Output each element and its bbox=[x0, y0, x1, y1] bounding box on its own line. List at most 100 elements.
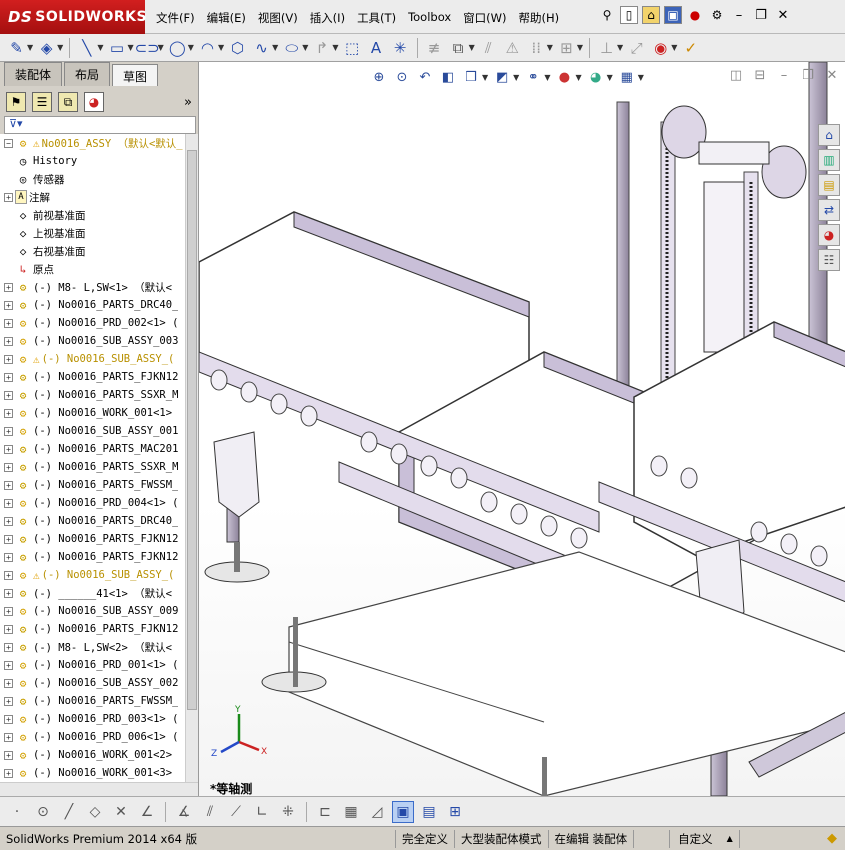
plane-icon[interactable]: ⬚ bbox=[342, 37, 363, 58]
home-icon[interactable]: ⌂ bbox=[818, 124, 840, 146]
property-manager-icon[interactable]: ☰ bbox=[32, 92, 52, 112]
move-entities-icon[interactable]: ⊞ bbox=[556, 37, 577, 58]
sketch-icon[interactable]: ✎ bbox=[6, 37, 27, 58]
display-style-icon[interactable]: ◩ bbox=[493, 68, 511, 86]
tree-horizontal-scrollbar[interactable] bbox=[0, 782, 198, 796]
view-settings-icon[interactable]: ▦ bbox=[618, 68, 636, 86]
expand-icon[interactable]: + bbox=[4, 462, 13, 472]
tree-item[interactable]: + ⚙ (-) No0016_PARTS_SSXR_M bbox=[0, 386, 185, 404]
tree-item[interactable]: + ⚙ (-) ______41<1> （默认< bbox=[0, 584, 185, 602]
expand-icon[interactable]: + bbox=[4, 498, 13, 508]
appearances-icon[interactable]: ◕ bbox=[818, 224, 840, 246]
tree-item[interactable]: + ⚙ ⚠ (-) No0016_SUB_ASSY_( bbox=[0, 350, 185, 368]
centerpoint-icon[interactable]: ⊙ bbox=[32, 801, 54, 823]
tree-item[interactable]: + ⚙ (-) No0016_PARTS_SSXR_M bbox=[0, 458, 185, 476]
expand-icon[interactable]: + bbox=[4, 696, 13, 706]
spline-icon[interactable]: ∿ bbox=[251, 37, 272, 58]
previous-view-icon[interactable]: ↶ bbox=[416, 68, 434, 86]
trim-icon[interactable]: ≢ bbox=[424, 37, 445, 58]
tree-item[interactable]: + A 注解 bbox=[0, 188, 185, 206]
expand-icon[interactable]: + bbox=[4, 300, 13, 310]
tree-item[interactable]: + ⚙ (-) No0016_PRD_001<1> ( bbox=[0, 656, 185, 674]
tab-assembly[interactable]: 装配体 bbox=[4, 62, 63, 86]
tree-item[interactable]: + ⚙ (-) No0016_SUB_ASSY_003 bbox=[0, 332, 185, 350]
tree-item[interactable]: + ⚙ (-) No0016_WORK_001<1> bbox=[0, 404, 185, 422]
quick-snaps-icon[interactable]: ◉ bbox=[650, 37, 671, 58]
file-explorer-icon[interactable]: ▤ bbox=[818, 174, 840, 196]
slot-icon[interactable]: ⊂⊃ bbox=[135, 37, 160, 58]
tree-item[interactable]: + ⚙ (-) No0016_WORK_001<3> bbox=[0, 764, 185, 782]
tree-item[interactable]: + ⚙ (-) No0016_PARTS_DRC40_ bbox=[0, 296, 185, 314]
split-horizontal-icon[interactable]: ⊟ bbox=[751, 68, 769, 83]
expand-icon[interactable]: + bbox=[4, 426, 13, 436]
snap-icon[interactable]: ⊏ bbox=[314, 801, 336, 823]
tree-item[interactable]: ◇ 前视基准面 bbox=[0, 206, 185, 224]
smart-dimension-icon[interactable]: ◈ bbox=[36, 37, 57, 58]
dropdown-arrow-icon[interactable]: ▼ bbox=[218, 43, 224, 52]
menu-file[interactable]: 文件(F) bbox=[150, 8, 201, 28]
open-folder-icon[interactable]: ⌂ bbox=[642, 6, 660, 24]
tab-layout[interactable]: 布局 bbox=[64, 62, 111, 86]
design-library-icon[interactable]: ▥ bbox=[818, 149, 840, 171]
custom-properties-icon[interactable]: ☷ bbox=[818, 249, 840, 271]
split-vertical-icon[interactable]: ◫ bbox=[727, 68, 745, 83]
angle-snap-icon[interactable]: ◿ bbox=[366, 801, 388, 823]
dropdown-arrow-icon[interactable]: ▼ bbox=[575, 73, 581, 82]
angle-icon[interactable]: ∟ bbox=[251, 801, 273, 823]
notification-icon[interactable]: ◆ bbox=[827, 831, 837, 846]
display-3d-icon[interactable]: ▣ bbox=[392, 800, 414, 823]
expand-icon[interactable]: + bbox=[4, 732, 13, 742]
tree-item[interactable]: + ⚙ (-) No0016_PRD_002<1> ( bbox=[0, 314, 185, 332]
options-icon[interactable]: ⚙ bbox=[708, 6, 726, 24]
display-panel-icon[interactable]: ▤ bbox=[418, 801, 440, 823]
tree-item[interactable]: + ⚙ (-) No0016_SUB_ASSY_001 bbox=[0, 422, 185, 440]
tree-item[interactable]: + ⚙ (-) M8- L,SW<1> （默认< bbox=[0, 278, 185, 296]
tree-item[interactable]: + ⚙ (-) No0016_PRD_006<1> ( bbox=[0, 728, 185, 746]
expand-icon[interactable]: + bbox=[4, 192, 13, 202]
tree-item[interactable]: + ⚙ (-) No0016_PARTS_FJKN12 bbox=[0, 368, 185, 386]
grid-icon[interactable]: ⁜ bbox=[277, 801, 299, 823]
expand-icon[interactable]: + bbox=[4, 408, 13, 418]
tree-item[interactable]: + ⚙ (-) No0016_PRD_004<1> ( bbox=[0, 494, 185, 512]
tree-item[interactable]: + ⚙ (-) No0016_PARTS_DRC40_ bbox=[0, 512, 185, 530]
rebuild-icon[interactable]: ● bbox=[686, 6, 704, 24]
tree-item[interactable]: + ⚙ (-) No0016_PRD_003<1> ( bbox=[0, 710, 185, 728]
restore-icon[interactable]: ❐ bbox=[752, 8, 770, 23]
viewport-restore-icon[interactable]: ❐ bbox=[799, 68, 817, 83]
dropdown-arrow-icon[interactable]: ▼ bbox=[607, 73, 613, 82]
dropdown-arrow-icon[interactable]: ▼ bbox=[482, 73, 488, 82]
tree-root[interactable]: − ⚙ ⚠ No0016_ASSY （默认<默认_ bbox=[0, 134, 185, 152]
menu-tools[interactable]: 工具(T) bbox=[351, 8, 402, 28]
tree-item[interactable]: ↳ 原点 bbox=[0, 260, 185, 278]
text-icon[interactable]: A bbox=[366, 37, 387, 58]
expand-icon[interactable]: + bbox=[4, 750, 13, 760]
dropdown-arrow-icon[interactable]: ▼ bbox=[469, 43, 475, 52]
graphics-viewport[interactable]: Y X Z bbox=[198, 62, 845, 796]
display-manager-icon[interactable]: ◕ bbox=[84, 92, 104, 112]
circle-icon[interactable]: ◯ bbox=[167, 37, 188, 58]
expand-icon[interactable]: + bbox=[4, 570, 13, 580]
expand-icon[interactable]: + bbox=[4, 588, 13, 598]
tree-item[interactable]: + ⚙ (-) No0016_PARTS_FJKN12 bbox=[0, 548, 185, 566]
feature-manager-icon[interactable]: ⚑ bbox=[6, 92, 26, 112]
horizontal-icon[interactable]: ⟋ bbox=[225, 801, 247, 823]
dropdown-arrow-icon[interactable]: ▼ bbox=[272, 43, 278, 52]
expand-icon[interactable]: + bbox=[4, 660, 13, 670]
expand-icon[interactable]: + bbox=[4, 318, 13, 328]
ellipse-icon[interactable]: ⬭ bbox=[281, 37, 302, 58]
new-document-icon[interactable]: ▯ bbox=[620, 6, 638, 24]
dropdown-arrow-icon[interactable]: ▼ bbox=[27, 43, 33, 52]
configuration-manager-icon[interactable]: ⧉ bbox=[58, 92, 78, 112]
expand-icon[interactable]: + bbox=[4, 354, 13, 364]
edit-appearance-icon[interactable]: ● bbox=[555, 68, 573, 86]
tree-item[interactable]: + ⚙ (-) No0016_SUB_ASSY_009 bbox=[0, 602, 185, 620]
arc-icon[interactable]: ◠ bbox=[197, 37, 218, 58]
point-icon[interactable]: · bbox=[6, 801, 28, 823]
dropdown-arrow-icon[interactable]: ▼ bbox=[332, 43, 338, 52]
intersection-icon[interactable]: ✕ bbox=[110, 801, 132, 823]
grid-snap-icon[interactable]: ▦ bbox=[340, 801, 362, 823]
tree-item[interactable]: + ⚙ (-) M8- L,SW<2> （默认< bbox=[0, 638, 185, 656]
line-icon[interactable]: ╲ bbox=[76, 37, 97, 58]
dropdown-arrow-icon[interactable]: ▼ bbox=[158, 43, 164, 52]
dropdown-arrow-icon[interactable]: ▼ bbox=[638, 73, 644, 82]
